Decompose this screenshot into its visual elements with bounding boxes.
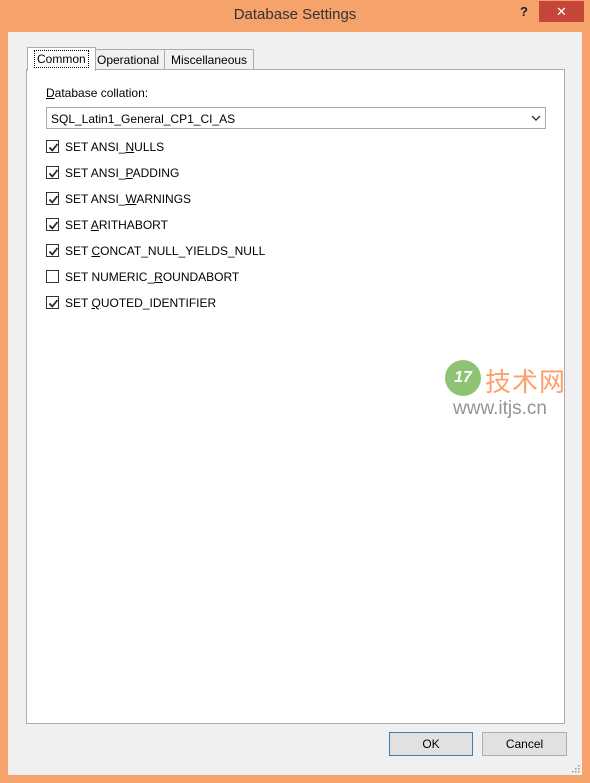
concat-null-yields-null-checkbox[interactable] [46, 244, 59, 257]
watermark-url: www.itjs.cn [453, 398, 547, 419]
title-bar[interactable]: Database Settings ? ✕ [0, 0, 590, 32]
option-label: SET QUOTED_IDENTIFIER [65, 296, 217, 310]
cancel-button[interactable]: Cancel [482, 732, 567, 756]
close-button[interactable]: ✕ [539, 1, 584, 22]
quoted-identifier-checkbox[interactable] [46, 296, 59, 309]
help-button[interactable]: ? [512, 2, 536, 22]
ok-button[interactable]: OK [389, 732, 473, 756]
option-label: SET CONCAT_NULL_YIELDS_NULL [65, 244, 266, 258]
collation-select[interactable]: SQL_Latin1_General_CP1_CI_AS [46, 107, 546, 129]
close-icon: ✕ [556, 4, 567, 19]
watermark-badge: 17 [445, 360, 481, 396]
chevron-down-icon [531, 109, 541, 130]
resize-grip-icon[interactable] [570, 763, 580, 773]
collation-label: Database collation: [46, 86, 149, 100]
option-label: SET ARITHABORT [65, 218, 168, 232]
watermark: 17 技术网 www.itjs.cn [445, 360, 580, 425]
watermark-brand: 技术网 [485, 367, 567, 397]
tab-miscellaneous[interactable]: Miscellaneous [164, 49, 255, 70]
tab-common[interactable]: Common [27, 47, 96, 71]
option-label: SET ANSI_NULLS [65, 140, 165, 154]
ansi-warnings-checkbox[interactable] [46, 192, 59, 205]
option-label: SET ANSI_PADDING [65, 166, 180, 180]
arithabort-checkbox[interactable] [46, 218, 59, 231]
window-title: Database Settings [233, 6, 357, 23]
option-label: SET NUMERIC_ROUNDABORT [65, 270, 240, 284]
collation-value: SQL_Latin1_General_CP1_CI_AS [51, 112, 236, 126]
numeric-roundabort-checkbox[interactable] [46, 270, 59, 283]
tab-operational[interactable]: Operational [90, 49, 167, 70]
option-label: SET ANSI_WARNINGS [65, 192, 192, 206]
ansi-nulls-checkbox[interactable] [46, 140, 59, 153]
ansi-padding-checkbox[interactable] [46, 166, 59, 179]
